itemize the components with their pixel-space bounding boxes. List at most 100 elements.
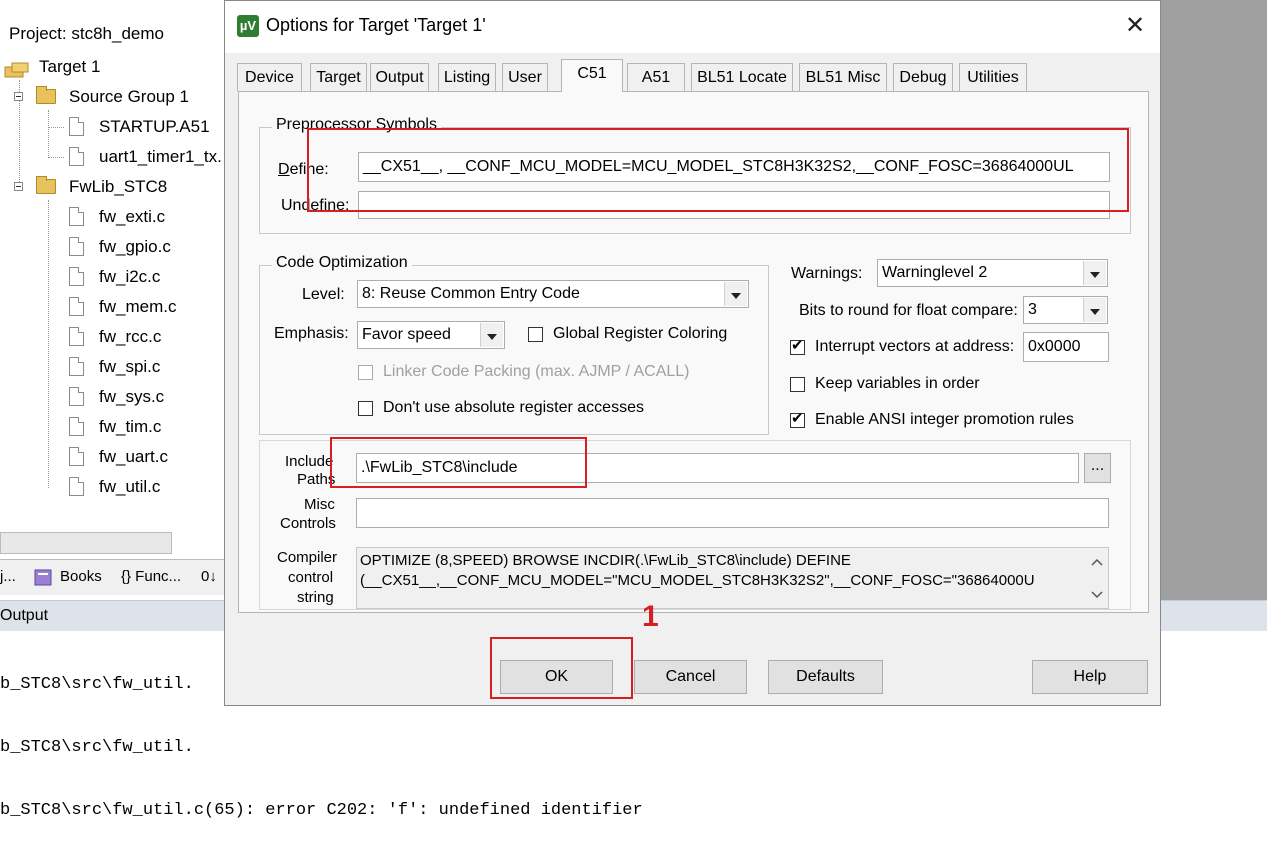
chevron-down-icon [480,323,503,347]
compiler-line-1: OPTIMIZE (8,SPEED) BROWSE INCDIR(.\FwLib… [360,552,851,569]
chevron-down-icon [1083,261,1106,285]
code-optimization-group: Code Optimization Level: 8: Reuse Common… [259,254,769,435]
tab-utilities[interactable]: Utilities [959,63,1027,91]
file-icon [69,327,84,346]
highlight-define-box [307,128,1129,212]
tree-item-file[interactable]: fw_tim.c [0,412,226,442]
file-icon [69,477,84,496]
tree-item-file[interactable]: fw_util.c [0,472,226,502]
keep-variables-checkbox[interactable] [790,377,805,392]
tree-item-fwlib-group[interactable]: FwLib_STC8 [0,172,226,202]
file-label: STARTUP.A51 [99,117,210,136]
file-label: fw_spi.c [99,357,161,376]
options-dialog: µV Options for Target 'Target 1' ✕ Devic… [224,0,1161,706]
checkmark-icon: ✔ [791,337,804,354]
emphasis-select[interactable]: Favor speed [357,321,505,349]
help-button[interactable]: Help [1032,660,1148,694]
file-label: fw_i2c.c [99,267,161,286]
tab-functions[interactable]: {} Func... [121,568,181,585]
no-abs-register-checkbox[interactable] [358,401,373,416]
project-header: Project: stc8h_demo [9,24,164,43]
tree-item-file[interactable]: uart1_timer1_tx. [0,142,226,172]
close-icon[interactable]: ✕ [1120,11,1150,41]
tab-user[interactable]: User [502,63,548,91]
dialog-title: Options for Target 'Target 1' [266,15,486,35]
browse-include-button[interactable]: ... [1084,453,1111,483]
compiler-control-string[interactable]: OPTIMIZE (8,SPEED) BROWSE INCDIR(.\FwLib… [356,547,1109,609]
file-icon [69,237,84,256]
interrupt-address-input[interactable]: 0x0000 [1023,332,1109,362]
tab-device[interactable]: Device [237,63,302,91]
emphasis-label: Emphasis: [274,325,349,342]
horizontal-scrollbar[interactable] [0,532,172,554]
tab-output[interactable]: Output [370,63,429,91]
target-label: Target 1 [39,57,101,76]
tree-item-file[interactable]: fw_sys.c [0,382,226,412]
tree-item-file[interactable]: fw_i2c.c [0,262,226,292]
ansi-promotion-label: Enable ANSI integer promotion rules [815,411,1074,428]
project-bottom-tabs: j... Books {} Func... 0↓ [0,559,226,595]
tree-item-file[interactable]: STARTUP.A51 [0,112,226,142]
vertical-scrollbar[interactable] [1086,548,1108,608]
level-select[interactable]: 8: Reuse Common Entry Code [357,280,749,308]
tab-project[interactable]: j... [0,568,16,585]
warnings-value: Warninglevel 2 [882,264,988,281]
keep-variables-label: Keep variables in order [815,375,980,392]
interrupt-vectors-checkbox[interactable]: ✔ [790,337,805,355]
tree-item-file[interactable]: fw_mem.c [0,292,226,322]
collapse-icon[interactable] [14,92,23,101]
tab-templates[interactable]: 0↓ [201,568,217,585]
defaults-button[interactable]: Defaults [768,660,883,694]
warnings-select[interactable]: Warninglevel 2 [877,259,1108,287]
tree-item-target[interactable]: Target 1 [0,52,226,82]
file-icon [69,117,84,136]
output-line: b_STC8\src\fw_util. [0,738,194,757]
bits-round-value: 3 [1028,301,1037,318]
global-register-label: Global Register Coloring [553,325,728,342]
compiler-line-2: (__CX51__,__CONF_MCU_MODEL="MCU_MODEL_ST… [360,572,1035,589]
misc-controls-input[interactable] [356,498,1109,528]
collapse-icon[interactable] [14,182,23,191]
tree-item-file[interactable]: fw_uart.c [0,442,226,472]
global-register-checkbox[interactable] [528,327,543,342]
output-title: Output [0,607,49,624]
code-optimization-title: Code Optimization [272,254,412,272]
tab-debug[interactable]: Debug [893,63,953,91]
dialog-titlebar[interactable]: µV Options for Target 'Target 1' ✕ [225,1,1160,53]
tree-item-source-group[interactable]: Source Group 1 [0,82,226,112]
highlight-ok-box [490,637,633,699]
file-icon [69,357,84,376]
tab-a51[interactable]: A51 [627,63,685,91]
tab-c51[interactable]: C51 [561,59,623,92]
step-number: 1 [642,600,659,633]
file-icon [69,387,84,406]
cancel-button[interactable]: Cancel [634,660,747,694]
tree-item-file[interactable]: fw_gpio.c [0,232,226,262]
linker-packing-checkbox[interactable] [358,365,373,380]
file-icon [69,207,84,226]
books-icon [33,567,53,587]
file-label: uart1_timer1_tx. [99,147,222,166]
bits-round-select[interactable]: 3 [1023,296,1108,324]
checkmark-icon: ✔ [791,410,804,427]
tab-bl51-locate[interactable]: BL51 Locate [691,63,793,91]
tree-item-file[interactable]: fw_spi.c [0,352,226,382]
highlight-include-box [330,437,587,488]
level-value: 8: Reuse Common Entry Code [362,285,580,302]
tree-item-file[interactable]: fw_exti.c [0,202,226,232]
level-label: Level: [302,286,345,303]
target-icon [4,59,30,78]
output-line: b_STC8\src\fw_util.c(65): error C202: 'f… [0,801,643,820]
tab-target[interactable]: Target [310,63,367,91]
file-label: fw_mem.c [99,297,177,316]
tab-listing[interactable]: Listing [438,63,496,91]
group-label: Source Group 1 [69,87,190,106]
compiler-label-3: string [297,589,334,606]
tab-bl51-misc[interactable]: BL51 Misc [799,63,887,91]
file-label: fw_sys.c [99,387,165,406]
tab-books[interactable]: Books [60,568,102,585]
tree-item-file[interactable]: fw_rcc.c [0,322,226,352]
misc-label: Misc [304,496,335,513]
ansi-promotion-checkbox[interactable]: ✔ [790,410,805,428]
folder-icon [36,86,56,104]
